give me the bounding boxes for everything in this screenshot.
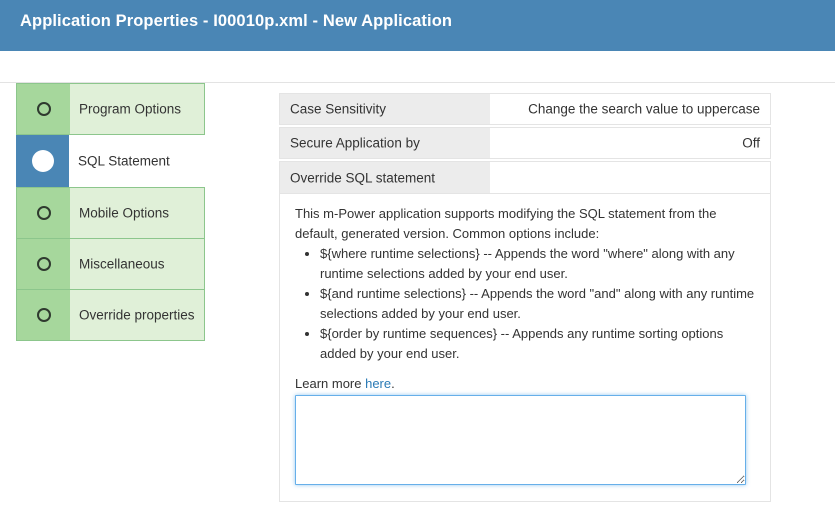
property-value: Change the search value to uppercase <box>528 101 760 117</box>
sidebar: Program Options SQL Statement Mobile Opt… <box>16 83 205 341</box>
property-row-case-sensitivity: Case Sensitivity Change the search value… <box>279 93 771 125</box>
property-label: Secure Application by <box>290 135 420 151</box>
sidebar-item-mobile-options[interactable]: Mobile Options <box>16 188 205 239</box>
learn-more: Learn more here. <box>295 376 755 392</box>
circle-outline-icon <box>37 206 51 220</box>
circle-outline-icon <box>37 102 51 116</box>
filled-circle-icon <box>32 150 54 172</box>
sidebar-item-program-options[interactable]: Program Options <box>16 83 205 135</box>
sidebar-item-override-properties[interactable]: Override properties <box>16 290 205 341</box>
circle-outline-icon <box>37 308 51 322</box>
sql-editor-section: This m-Power application supports modify… <box>279 193 771 502</box>
step-marker <box>17 188 70 238</box>
property-label: Override SQL statement <box>290 170 436 185</box>
property-label: Case Sensitivity <box>290 101 387 117</box>
sql-intro-text: This m-Power application supports modify… <box>295 206 717 241</box>
step-marker <box>17 239 70 289</box>
sql-statement-textarea[interactable] <box>295 395 746 485</box>
property-value: Off <box>742 135 760 151</box>
properties-panel: Case Sensitivity Change the search value… <box>279 93 771 502</box>
sidebar-item-sql-statement[interactable]: SQL Statement <box>16 135 205 188</box>
secure-application-value[interactable]: Off <box>490 128 770 158</box>
learn-more-link[interactable]: here <box>365 376 391 391</box>
case-sensitivity-value[interactable]: Change the search value to uppercase <box>490 94 770 124</box>
step-marker <box>17 290 70 340</box>
list-item: ${order by runtime sequences} -- Appends… <box>320 324 755 364</box>
sql-options-list: ${where runtime selections} -- Appends t… <box>295 244 755 364</box>
list-item: ${and runtime selections} -- Appends the… <box>320 284 755 324</box>
override-sql-value[interactable] <box>490 162 770 193</box>
step-marker <box>17 84 70 134</box>
property-row-secure-application: Secure Application by Off <box>279 127 771 159</box>
page-title: Application Properties - I00010p.xml - N… <box>20 12 453 30</box>
sidebar-item-label: Program Options <box>79 101 182 117</box>
list-item: ${where runtime selections} -- Appends t… <box>320 244 755 284</box>
sidebar-item-miscellaneous[interactable]: Miscellaneous <box>16 239 205 290</box>
step-marker <box>16 135 69 187</box>
property-row-override-sql: Override SQL statement <box>279 161 771 193</box>
learn-more-suffix: . <box>391 376 395 391</box>
learn-more-prefix: Learn more <box>295 376 366 391</box>
sidebar-item-label: SQL Statement <box>78 153 170 169</box>
sidebar-item-label: Mobile Options <box>79 205 170 221</box>
sidebar-item-label: Override properties <box>79 307 195 323</box>
circle-outline-icon <box>37 257 51 271</box>
sidebar-item-label: Miscellaneous <box>79 256 165 272</box>
app-header: Application Properties - I00010p.xml - N… <box>0 0 835 51</box>
